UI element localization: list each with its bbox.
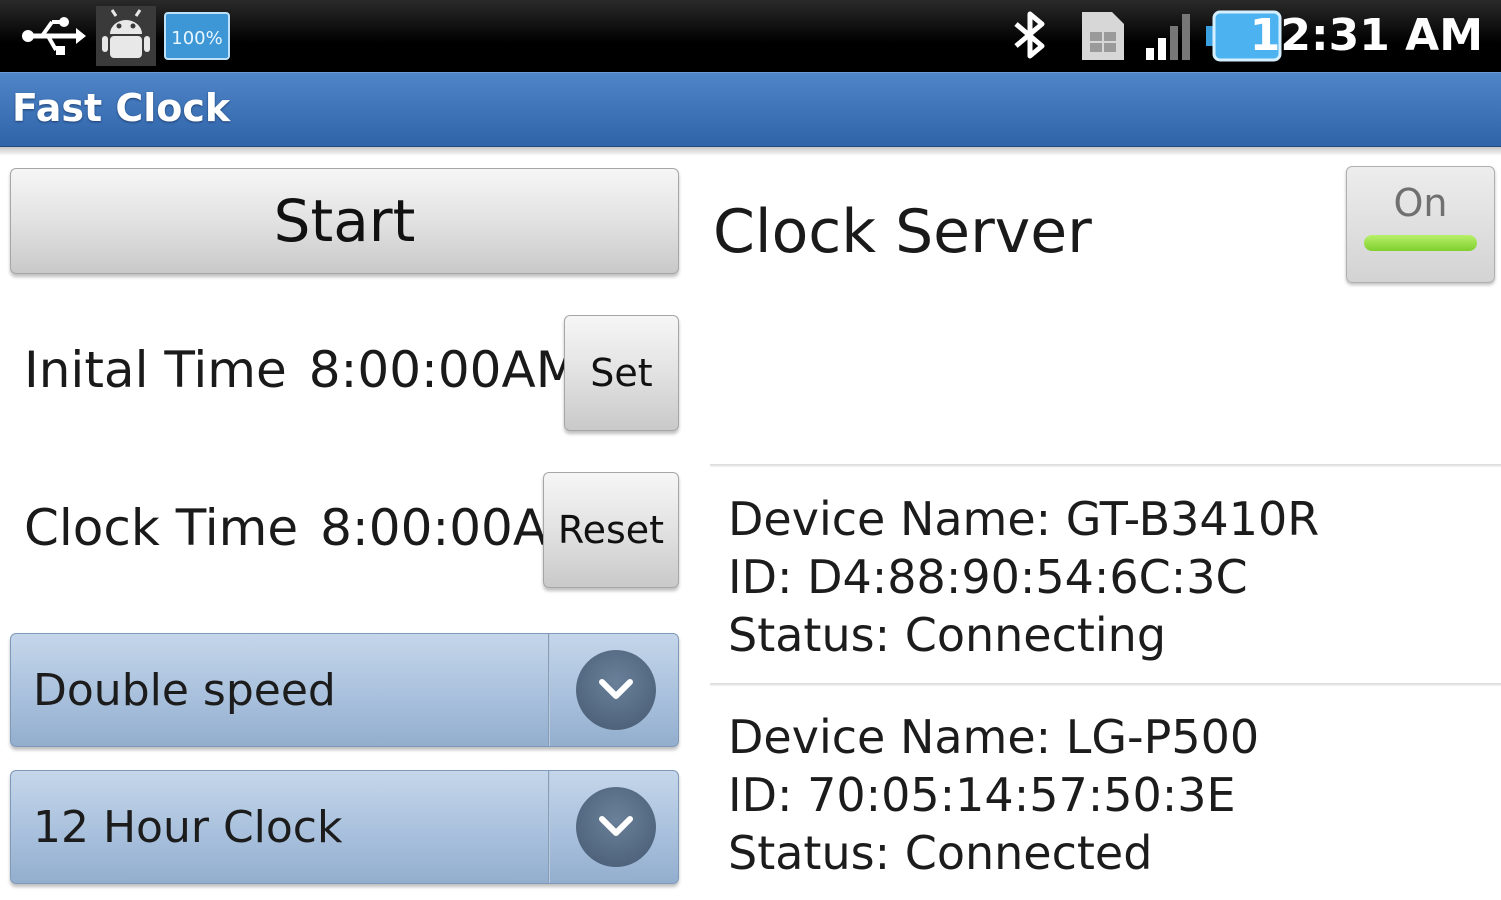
clock-time-label: Clock Time xyxy=(24,499,299,557)
speed-dropdown[interactable]: Double speed xyxy=(10,633,679,747)
app-title: Fast Clock xyxy=(12,86,231,130)
status-bar: 100% 12:31 AM xyxy=(0,0,1501,72)
clock-time-row: Clock Time 8:00:00AM xyxy=(24,496,590,560)
chevron-down-icon[interactable] xyxy=(576,650,656,730)
start-button[interactable]: Start xyxy=(10,168,679,274)
signal-strength-icon xyxy=(1142,8,1202,68)
sim-card-icon xyxy=(1078,8,1128,68)
device-id: ID: 70:05:14:57:50:3E xyxy=(728,768,1236,822)
chevron-down-icon[interactable] xyxy=(576,787,656,867)
device-list-divider xyxy=(710,464,1501,467)
device-list-divider xyxy=(710,683,1501,686)
bluetooth-icon xyxy=(1008,8,1052,68)
app-title-bar: Fast Clock xyxy=(0,72,1501,147)
clock-time-display: 12:31 AM xyxy=(1249,10,1483,61)
set-button[interactable]: Set xyxy=(564,315,679,431)
toggle-label: On xyxy=(1393,181,1448,225)
device-status: Status: Connecting xyxy=(728,608,1167,662)
usb-icon xyxy=(20,8,86,68)
initial-time-label: Inital Time xyxy=(24,341,287,399)
title-shadow xyxy=(0,146,1501,156)
clock-server-label: Clock Server xyxy=(713,197,1092,267)
svg-text:100%: 100% xyxy=(171,28,222,49)
device-id: ID: D4:88:90:54:6C:3C xyxy=(728,550,1248,604)
toggle-indicator xyxy=(1364,235,1477,251)
clock-server-toggle[interactable]: On xyxy=(1346,166,1495,283)
device-list-item[interactable]: Device Name: GT-B3410R ID: D4:88:90:54:6… xyxy=(728,490,1319,664)
initial-time-value: 8:00:00AM xyxy=(308,341,579,399)
initial-time-row: Inital Time 8:00:00AM xyxy=(24,338,579,402)
battery-100-notification-icon: 100% xyxy=(164,12,230,64)
speed-dropdown-value: Double speed xyxy=(33,665,336,716)
device-list-item[interactable]: Device Name: LG-P500 ID: 70:05:14:57:50:… xyxy=(728,708,1259,882)
clock-format-dropdown[interactable]: 12 Hour Clock xyxy=(10,770,679,884)
android-debug-icon xyxy=(96,6,156,70)
reset-button[interactable]: Reset xyxy=(543,472,679,588)
dropdown-divider xyxy=(548,771,550,883)
dropdown-divider xyxy=(548,634,550,746)
device-name: Device Name: GT-B3410R xyxy=(728,492,1320,546)
device-name: Device Name: LG-P500 xyxy=(728,710,1260,764)
clock-format-dropdown-value: 12 Hour Clock xyxy=(33,802,343,853)
device-status: Status: Connected xyxy=(728,826,1153,880)
